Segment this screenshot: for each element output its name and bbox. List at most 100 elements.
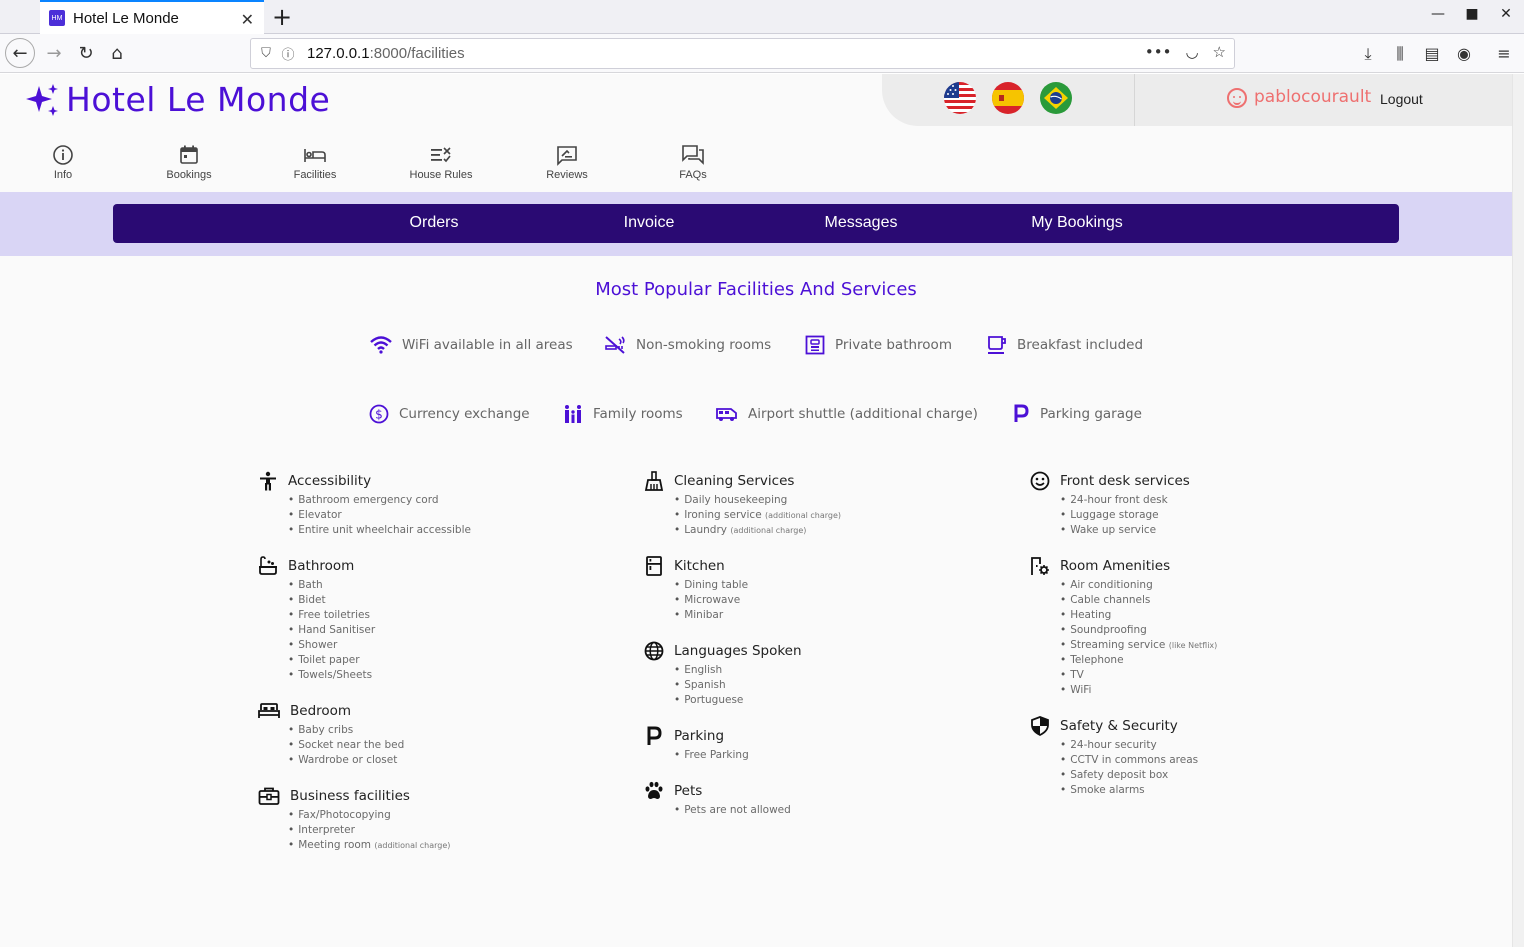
- list-item: Fax/Photocopying: [288, 808, 598, 823]
- username[interactable]: pablocourault: [1254, 87, 1371, 107]
- nav-item-house-rules[interactable]: House Rules: [391, 144, 491, 181]
- list-item: 24-hour front desk: [1060, 493, 1370, 508]
- user-panel: pablocourault Logout: [1134, 74, 1512, 126]
- list-item: Telephone: [1060, 653, 1370, 668]
- page: Hotel Le Monde pablocourault Logout Info…: [0, 74, 1512, 947]
- info-icon[interactable]: ⓘ: [277, 44, 299, 63]
- account-icon[interactable]: ◉: [1454, 44, 1474, 63]
- browser-toolbar: ← → ↻ ⌂ ⛉ ⓘ 127.0.0.1:8000/facilities ••…: [0, 34, 1524, 73]
- list-item: Wardrobe or closet: [288, 753, 598, 768]
- site-logo[interactable]: Hotel Le Monde: [24, 80, 330, 119]
- nav-item-info[interactable]: Info: [13, 144, 113, 181]
- coffee-icon: [988, 336, 1006, 354]
- maximize-icon[interactable]: ■: [1462, 6, 1482, 22]
- list-item: Shower: [288, 638, 598, 653]
- review-icon: [557, 146, 577, 166]
- tab-title: Hotel Le Monde: [73, 9, 179, 27]
- list-item: Cable channels: [1060, 593, 1370, 608]
- new-tab-button[interactable]: +: [270, 3, 294, 31]
- list-item: Portuguese: [674, 693, 984, 708]
- list-item: Toilet paper: [288, 653, 598, 668]
- brazil-flag-icon[interactable]: [1040, 82, 1072, 114]
- list-item: Air conditioning: [1060, 578, 1370, 593]
- list-item: Spanish: [674, 678, 984, 693]
- bed-icon: [258, 703, 280, 718]
- back-button[interactable]: ←: [5, 38, 35, 68]
- list-item: Free Parking: [674, 748, 984, 763]
- category-title: Parking: [674, 728, 725, 744]
- list-item-text: Meeting room: [298, 839, 372, 851]
- smile-icon: [1030, 471, 1050, 491]
- page-scrollbar[interactable]: [1512, 74, 1524, 947]
- home-button[interactable]: ⌂: [103, 39, 131, 67]
- subnav-invoice[interactable]: Invoice: [624, 214, 675, 232]
- charge-note: (additional charge): [374, 841, 451, 850]
- nav-item-faqs[interactable]: FAQs: [643, 144, 743, 181]
- list-item: Daily housekeeping: [674, 493, 984, 508]
- section-title: Most Popular Facilities And Services: [595, 279, 917, 300]
- nav-label: FAQs: [679, 169, 707, 181]
- list-item: Bidet: [288, 593, 598, 608]
- charge-note: (additional charge): [730, 526, 807, 535]
- close-window-icon[interactable]: ✕: [1496, 6, 1516, 22]
- chat-icon: [682, 145, 704, 165]
- reload-button[interactable]: ↻: [72, 39, 100, 67]
- popular-label: Breakfast included: [1017, 337, 1144, 353]
- popular-label: Family rooms: [593, 406, 683, 422]
- nav-label: House Rules: [409, 169, 473, 181]
- us-flag-icon[interactable]: [944, 82, 976, 114]
- subnav-my-bookings[interactable]: My Bookings: [1031, 214, 1123, 232]
- paw-icon: [645, 781, 663, 799]
- sparkle-icon: [26, 83, 58, 116]
- pocket-icon[interactable]: ◡: [1185, 43, 1198, 61]
- menu-icon[interactable]: ≡: [1494, 44, 1514, 63]
- list-item: Meeting room (additional charge): [288, 838, 598, 853]
- list-item: Soundproofing: [1060, 623, 1370, 638]
- popular-label: Airport shuttle (additional charge): [748, 406, 978, 422]
- list-item: Microwave: [674, 593, 984, 608]
- forward-button[interactable]: →: [40, 39, 68, 67]
- category-languages: Languages Spoken English Spanish Portugu…: [644, 640, 984, 708]
- url-path: :8000/facilities: [369, 45, 465, 62]
- popular-item-family: Family rooms: [563, 404, 683, 424]
- shield-icon[interactable]: ⛉: [255, 46, 277, 61]
- nav-item-facilities[interactable]: Facilities: [265, 144, 365, 181]
- category-bathroom: Bathroom Bath Bidet Free toiletries Hand…: [258, 555, 598, 683]
- subnav-messages[interactable]: Messages: [825, 214, 898, 232]
- list-item: Dining table: [674, 578, 984, 593]
- sidebar-icon[interactable]: ▤: [1422, 44, 1442, 63]
- language-selector: [882, 74, 1134, 126]
- popular-label: Private bathroom: [835, 337, 952, 353]
- nav-item-bookings[interactable]: Bookings: [139, 144, 239, 181]
- logout-link[interactable]: Logout: [1380, 91, 1423, 107]
- info-icon: [53, 145, 73, 165]
- minimize-icon[interactable]: —: [1428, 6, 1448, 22]
- close-tab-icon[interactable]: ✕: [241, 10, 254, 29]
- library-icon[interactable]: ⫼: [1390, 44, 1410, 64]
- user-avatar-icon: [1227, 88, 1247, 108]
- category-title: Bathroom: [288, 558, 355, 574]
- broom-icon: [644, 471, 664, 491]
- url-text: 127.0.0.1:8000/facilities: [307, 45, 465, 62]
- category-title: Bedroom: [290, 703, 352, 719]
- list-item: Minibar: [674, 608, 984, 623]
- popular-item-private-bathroom: Private bathroom: [805, 335, 952, 355]
- subnav-orders[interactable]: Orders: [410, 214, 459, 232]
- browser-tab-bar: HM Hotel Le Monde ✕ + — ■ ✕: [0, 0, 1524, 34]
- url-bar[interactable]: ⛉ ⓘ 127.0.0.1:8000/facilities ••• ◡ ☆: [250, 38, 1235, 69]
- popular-item-breakfast: Breakfast included: [987, 335, 1143, 355]
- browser-tab[interactable]: HM Hotel Le Monde ✕: [40, 0, 264, 34]
- nav-item-reviews[interactable]: Reviews: [517, 144, 617, 181]
- popular-label: Parking garage: [1040, 406, 1142, 422]
- downloads-icon[interactable]: ⤓: [1358, 44, 1378, 64]
- nav-label: Info: [53, 169, 73, 181]
- globe-icon: [644, 641, 664, 661]
- list-item-text: Laundry: [684, 524, 727, 536]
- logo-text: Hotel Le Monde: [66, 80, 331, 119]
- list-item: Heating: [1060, 608, 1370, 623]
- currency-icon: $: [369, 404, 389, 424]
- bookmark-star-icon[interactable]: ☆: [1213, 43, 1226, 61]
- bathtub-icon: [259, 556, 277, 575]
- page-actions-icon[interactable]: •••: [1145, 43, 1172, 61]
- spain-flag-icon[interactable]: [992, 82, 1024, 114]
